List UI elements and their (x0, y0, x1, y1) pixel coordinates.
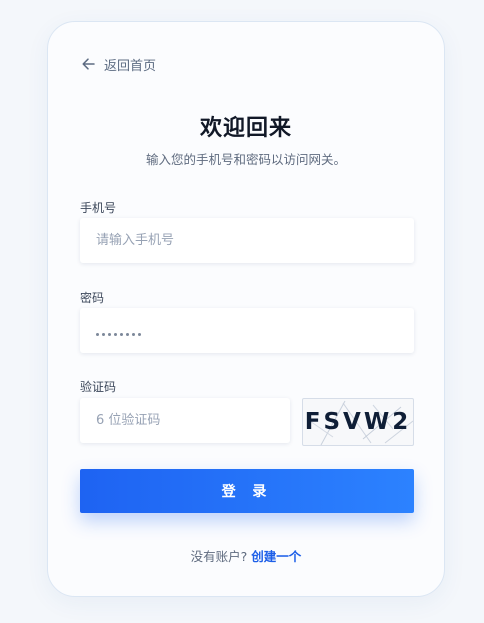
page-subtitle: 输入您的手机号和密码以访问网关。 (145, 152, 346, 167)
password-label: 密码 (80, 291, 105, 305)
phone-label: 手机号 (80, 201, 117, 215)
password-dot (138, 332, 141, 336)
back-link-label: 返回首页 (104, 58, 157, 74)
arrow-left-icon (82, 58, 95, 70)
captcha-input[interactable] (80, 398, 290, 443)
signup-prompt-text: 没有账户? (190, 549, 248, 564)
password-dot (96, 332, 99, 336)
captcha-code: FSVW2 (304, 409, 412, 435)
login-card: 返回首页 欢迎回来 输入您的手机号和密码以访问网关。 手机号 密码 验证码 FS… (47, 21, 445, 597)
page-title: 欢迎回来 (199, 116, 292, 141)
password-dot (108, 332, 111, 336)
create-account-link[interactable]: 创建一个 (251, 549, 301, 564)
captcha-label: 验证码 (80, 380, 117, 394)
signup-prompt: 没有账户? 创建一个 (48, 546, 444, 565)
back-to-home-link[interactable]: 返回首页 (82, 56, 157, 74)
password-dot (126, 332, 129, 336)
password-dot (102, 332, 105, 336)
password-dot (114, 332, 117, 336)
captcha-image[interactable]: FSVW2 (302, 398, 414, 446)
password-mask (96, 327, 141, 341)
phone-input[interactable] (80, 218, 414, 263)
login-button[interactable]: 登 录 (80, 469, 414, 513)
password-dot (120, 332, 123, 336)
password-dot (132, 332, 135, 336)
